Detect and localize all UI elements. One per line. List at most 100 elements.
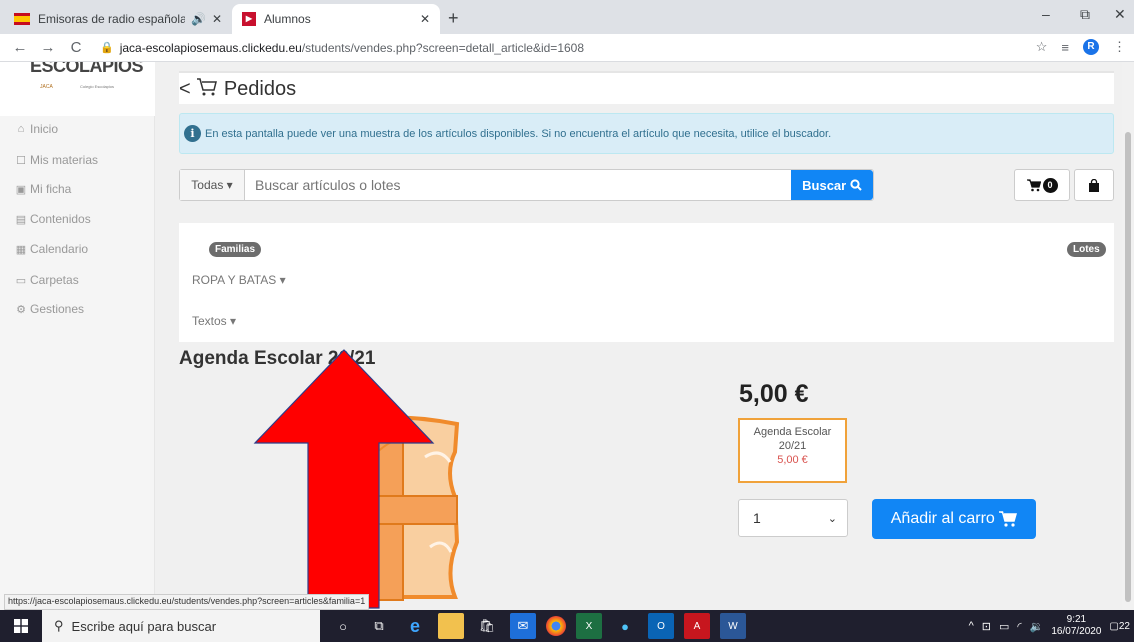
paint-icon[interactable]: ● [612, 613, 638, 639]
search-icon [850, 179, 862, 191]
minimize-button[interactable]: – [1042, 6, 1050, 22]
browser-tab-bar: Emisoras de radio españolas 🔊 ✕ ▶ Alumno… [0, 0, 1134, 34]
word-icon[interactable]: W [720, 613, 746, 639]
acrobat-icon[interactable]: A [684, 613, 710, 639]
taskbar: ⚲ Escribe aquí para buscar ○ ⧉ e 🛍 ✉ X ●… [0, 610, 1134, 642]
book-icon: ☐ [16, 154, 26, 167]
tab-label: Alumnos [264, 12, 311, 26]
address-bar: ← → C 🔒 jaca-escolapiosemaus.clickedu.eu… [0, 34, 1134, 62]
sidebar: ESCOLAPIOS JACA Colegio Escolapios ⌂ Inic… [0, 62, 155, 610]
sidebar-item-calendario[interactable]: ▦ Calendario [15, 242, 88, 256]
search-bar: Todas ▾ Buscar [179, 169, 874, 201]
back-chevron-icon[interactable]: < [179, 78, 191, 100]
caret-down-icon: ▾ [230, 314, 237, 328]
menu-dots-icon[interactable]: ⋮ [1113, 39, 1126, 55]
start-button[interactable] [0, 610, 42, 642]
store-icon[interactable]: 🛍 [474, 613, 500, 639]
search-input[interactable] [245, 170, 791, 200]
wifi-icon[interactable]: ◜ [1017, 620, 1021, 633]
home-icon: ⌂ [17, 123, 25, 135]
calendar-icon: ▦ [15, 243, 27, 256]
new-tab-button[interactable]: + [448, 8, 459, 29]
status-url-tooltip: https://jaca-escolapiosemaus.clickedu.eu… [4, 594, 370, 610]
lots-pill[interactable]: Lotes [1067, 242, 1106, 257]
close-tab-icon[interactable]: ✕ [420, 12, 430, 26]
page-title: < Pedidos [179, 78, 297, 100]
audio-icon: 🔊 [190, 12, 206, 26]
chevron-down-icon: ⌄ [827, 512, 837, 525]
back-arrow-icon[interactable]: ← [12, 39, 28, 56]
clickedu-icon: ▶ [242, 12, 256, 26]
battery-icon[interactable]: ▭ [999, 620, 1009, 633]
cart-count-badge: 0 [1042, 177, 1058, 193]
scrollbar-thumb[interactable] [1125, 132, 1131, 602]
caret-down-icon: ▾ [226, 178, 233, 192]
volume-icon[interactable]: 🔉 [1030, 620, 1044, 633]
chrome-icon[interactable] [546, 616, 566, 636]
cortana-icon[interactable]: ○ [330, 613, 356, 639]
task-view-icon[interactable]: ⧉ [366, 613, 392, 639]
file-explorer-icon[interactable] [438, 613, 464, 639]
page: ESCOLAPIOS JACA Colegio Escolapios ⌂ Inic… [0, 62, 1134, 610]
lock-icon[interactable]: 🔒 [100, 41, 114, 54]
browser-tools: ☆ ≡ R ⋮ [1036, 39, 1126, 55]
cart-icon [1026, 178, 1041, 191]
info-text: En esta pantalla puede ver una muestra d… [205, 127, 832, 140]
cart-icon [999, 511, 1018, 527]
info-alert: i En esta pantalla puede ver una muestra… [179, 113, 1114, 154]
sidebar-item-gestiones[interactable]: ⚙ Gestiones [15, 302, 84, 316]
tab-label: Emisoras de radio españolas [38, 12, 185, 26]
shopping-bag-icon [1089, 178, 1099, 192]
edge-icon[interactable]: e [402, 613, 428, 639]
spain-flag-icon [14, 13, 30, 25]
school-logo[interactable]: ESCOLAPIOS JACA Colegio Escolapios [0, 62, 155, 116]
main-content: < Pedidos i En esta pantalla puede ver u… [155, 62, 1130, 610]
sidebar-item-ficha[interactable]: ▣ Mi ficha [15, 182, 72, 196]
forward-arrow-icon[interactable]: → [40, 39, 56, 56]
id-card-icon: ▣ [15, 183, 27, 196]
avatar[interactable]: R [1083, 39, 1099, 55]
family-ropa-link[interactable]: ROPA Y BATAS ▾ [192, 273, 286, 287]
bookmark-star-icon[interactable]: ☆ [1036, 39, 1048, 55]
mail-icon[interactable]: ✉ [510, 613, 536, 639]
families-pill: Familias [209, 242, 262, 257]
cart-outline-icon [197, 78, 218, 96]
variant-card[interactable]: Agenda Escolar 20/21 5,00 € [738, 418, 847, 483]
sidebar-item-materias[interactable]: ☐ Mis materias [15, 153, 98, 167]
add-to-cart-button[interactable]: Añadir al carro [872, 499, 1036, 539]
sidebar-item-carpetas[interactable]: ▭ Carpetas [15, 273, 79, 287]
clock[interactable]: 9:21 16/07/2020 [1051, 614, 1101, 638]
family-textos-link[interactable]: Textos ▾ [192, 314, 236, 328]
tab-radio[interactable]: Emisoras de radio españolas 🔊 ✕ [4, 4, 232, 34]
category-dropdown[interactable]: Todas ▾ [180, 170, 245, 200]
page-header: < Pedidos [179, 71, 1114, 104]
reload-icon[interactable]: C [68, 39, 84, 56]
shopping-bag-button[interactable] [1074, 169, 1114, 201]
close-window-button[interactable]: ✕ [1114, 6, 1126, 23]
sidebar-item-inicio[interactable]: ⌂ Inicio [15, 122, 58, 136]
page-scrollbar[interactable] [1122, 62, 1134, 610]
notifications-icon[interactable]: ▢22 [1109, 621, 1130, 632]
media-queue-icon[interactable]: ≡ [1061, 40, 1069, 55]
variant-name: Agenda Escolar 20/21 [753, 426, 832, 452]
url-field[interactable]: jaca-escolapiosemaus.clickedu.eu/student… [120, 41, 584, 55]
cart-button[interactable]: 0 [1014, 169, 1070, 201]
caret-down-icon: ▾ [279, 273, 286, 287]
taskbar-search[interactable]: ⚲ Escribe aquí para buscar [42, 610, 320, 642]
product-price: 5,00 € [739, 380, 809, 408]
search-icon: ⚲ [54, 618, 64, 633]
outlook-icon[interactable]: O [648, 613, 674, 639]
maximize-button[interactable]: ⧉ [1080, 6, 1090, 23]
sidebar-item-contenidos[interactable]: ▤ Contenidos [15, 212, 91, 226]
tab-alumnos[interactable]: ▶ Alumnos ✕ [232, 4, 440, 34]
families-panel: Familias Lotes ROPA Y BATAS ▾ Textos ▾ [179, 223, 1114, 342]
network-icon[interactable]: ⊡ [982, 620, 991, 633]
close-tab-icon[interactable]: ✕ [212, 12, 222, 26]
chevron-up-icon[interactable]: ^ [969, 620, 974, 632]
search-button[interactable]: Buscar [791, 170, 873, 200]
system-tray: ^ ⊡ ▭ ◜ 🔉 9:21 16/07/2020 ▢22 [969, 610, 1130, 642]
gears-icon: ⚙ [16, 303, 26, 316]
excel-icon[interactable]: X [576, 613, 602, 639]
pinned-apps: ○ ⧉ e 🛍 ✉ X ● O A W [330, 610, 746, 642]
quantity-select[interactable]: 1 ⌄ [738, 499, 848, 537]
